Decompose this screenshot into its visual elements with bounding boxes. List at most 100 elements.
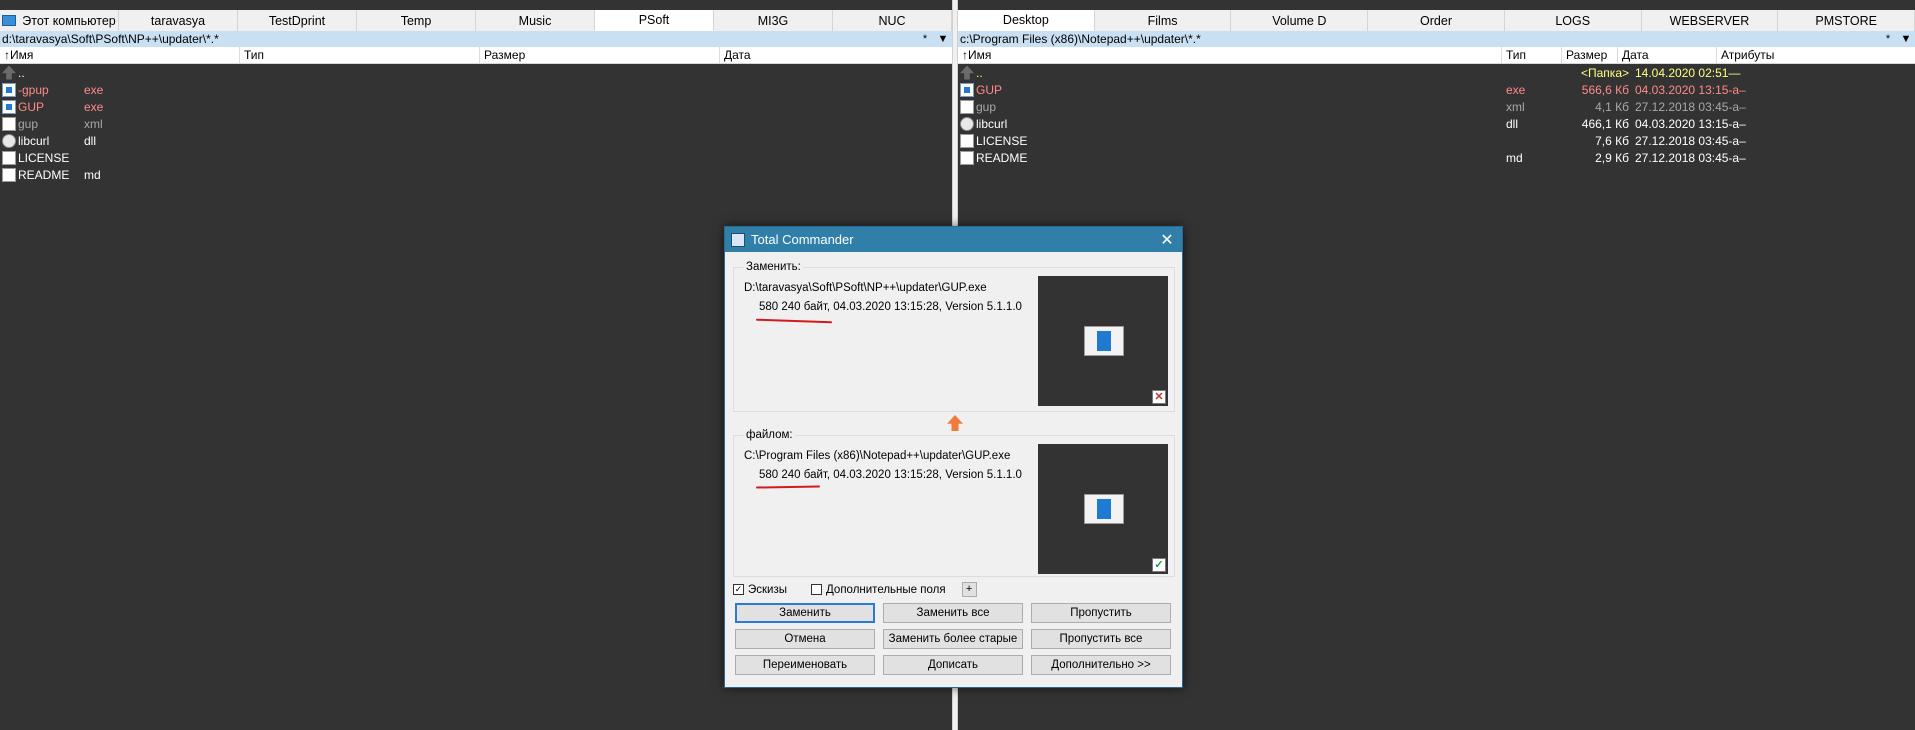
right-path-bar[interactable]: c:\Program Files (x86)\Notepad++\updater… bbox=[958, 31, 1915, 47]
dialog-title: Total Commander bbox=[751, 232, 854, 247]
file-icon bbox=[2, 150, 16, 165]
file-row[interactable]: GUP exe bbox=[0, 98, 952, 115]
right-history-button[interactable]: * bbox=[1879, 33, 1897, 45]
thumbnails-label: Эскизы bbox=[748, 583, 788, 596]
tab-testdprint[interactable]: TestDprint bbox=[238, 10, 357, 31]
col-type[interactable]: Тип bbox=[1502, 47, 1562, 63]
tab-temp[interactable]: Temp bbox=[357, 10, 476, 31]
xml-icon bbox=[960, 99, 974, 114]
replace-info: 580 240 байт, 04.03.2020 13:15:28, Versi… bbox=[759, 301, 1022, 313]
with-thumbnail: ✓ bbox=[1038, 444, 1168, 574]
plus-button[interactable]: + bbox=[961, 582, 977, 597]
up-icon bbox=[960, 65, 974, 80]
file-row[interactable]: libcurl dll bbox=[0, 132, 952, 149]
xml-icon bbox=[2, 116, 16, 131]
right-column-header: ↑Имя Тип Размер Дата Атрибуты bbox=[958, 47, 1915, 64]
with-path: C:\Program Files (x86)\Notepad++\updater… bbox=[744, 450, 1011, 462]
right-path: c:\Program Files (x86)\Notepad++\updater… bbox=[960, 32, 1201, 46]
tab-music[interactable]: Music bbox=[476, 10, 595, 31]
dll-icon bbox=[960, 116, 974, 131]
tab-desktop[interactable]: Desktop bbox=[958, 10, 1095, 31]
thumbnails-checkbox[interactable]: ✓ bbox=[733, 584, 744, 595]
file-row[interactable]: gup xml 4,1 Кб 27.12.2018 03:45-a– bbox=[958, 98, 1915, 115]
col-type[interactable]: Тип bbox=[240, 47, 480, 63]
tab-nuc[interactable]: NUC bbox=[833, 10, 952, 31]
left-path-dropdown[interactable]: ▼ bbox=[934, 33, 952, 45]
col-date[interactable]: Дата bbox=[1618, 47, 1717, 63]
checkmark-icon: ✓ bbox=[1152, 558, 1166, 572]
file-row[interactable]: gup xml bbox=[0, 115, 952, 132]
right-path-dropdown[interactable]: ▼ bbox=[1897, 33, 1915, 45]
tab-logs[interactable]: LOGS bbox=[1504, 10, 1642, 31]
app-window-icon bbox=[1084, 326, 1124, 356]
cancel-button[interactable]: Отмена bbox=[735, 629, 875, 649]
tab-order[interactable]: Order bbox=[1368, 10, 1505, 31]
arrow-up-icon bbox=[947, 415, 963, 431]
annotation-underline bbox=[755, 318, 833, 324]
file-row[interactable]: LICENSE bbox=[0, 149, 952, 166]
right-file-list: .. <Папка> 14.04.2020 02:51— GUP exe 566,6 К… bbox=[958, 64, 1915, 166]
file-row[interactable]: libcurl dll 466,1 Кб 04.03.2020 13:15-a– bbox=[958, 115, 1915, 132]
left-path: d:\taravasya\Soft\PSoft\NP++\updater\*.* bbox=[2, 32, 219, 46]
col-size[interactable]: Размер bbox=[480, 47, 720, 63]
left-column-header: ↑Имя Тип Размер Дата bbox=[0, 47, 952, 64]
right-tabs: Desktop Films Volume D Order LOGS WEBSER… bbox=[958, 10, 1915, 32]
skip-button[interactable]: Пропустить bbox=[1031, 603, 1171, 623]
replace-all-button[interactable]: Заменить все bbox=[883, 603, 1023, 623]
append-button[interactable]: Дописать bbox=[883, 655, 1023, 675]
with-group: файлом: C:\Program Files (x86)\Notepad++… bbox=[733, 429, 1175, 577]
tab-films[interactable]: Films bbox=[1094, 10, 1232, 31]
file-icon bbox=[960, 133, 974, 148]
total-commander-icon bbox=[731, 232, 745, 247]
with-label: файлом: bbox=[744, 429, 795, 441]
file-row[interactable]: README md 2,9 Кб 27.12.2018 03:45-a– bbox=[958, 149, 1915, 166]
file-row[interactable]: .. <Папка> 14.04.2020 02:51— bbox=[958, 64, 1915, 81]
close-icon[interactable]: ✕ bbox=[1152, 230, 1182, 250]
tab-webserver[interactable]: WEBSERVER bbox=[1641, 10, 1779, 31]
exe-icon bbox=[2, 99, 16, 114]
dll-icon bbox=[2, 133, 16, 148]
col-name[interactable]: ↑Имя bbox=[0, 47, 240, 63]
tab-pmstore[interactable]: PMSTORE bbox=[1778, 10, 1915, 31]
file-row[interactable]: -gpup exe bbox=[0, 81, 952, 98]
replace-thumbnail: ✕ bbox=[1038, 276, 1168, 406]
more-button[interactable]: Дополнительно >> bbox=[1031, 655, 1171, 675]
with-info: 580 240 байт, 04.03.2020 13:15:28, Versi… bbox=[759, 469, 1022, 481]
exe-icon bbox=[960, 82, 974, 97]
left-history-button[interactable]: * bbox=[916, 33, 934, 45]
left-file-list: .. -gpup exe GUP exe gup xml libcurl dll LIC… bbox=[0, 64, 952, 183]
options-row: ✓ Эскизы Дополнительные поля + bbox=[733, 582, 977, 597]
tab-mi3g[interactable]: MI3G bbox=[714, 10, 833, 31]
dialog-titlebar[interactable]: Total Commander ✕ bbox=[725, 227, 1182, 252]
exe-icon bbox=[2, 82, 16, 97]
tab-this-computer[interactable]: Этот компьютер bbox=[0, 10, 119, 31]
file-row[interactable]: README md bbox=[0, 166, 952, 183]
tab-psoft[interactable]: PSoft bbox=[595, 10, 714, 31]
file-row[interactable]: .. bbox=[0, 64, 952, 81]
file-row[interactable]: GUP exe 566,6 Кб 04.03.2020 13:15-a– bbox=[958, 81, 1915, 98]
overwrite-dialog: Total Commander ✕ Заменить: D:\taravasya… bbox=[724, 226, 1183, 688]
computer-icon bbox=[2, 15, 17, 26]
extra-fields-label: Дополнительные поля bbox=[826, 583, 946, 596]
col-name[interactable]: ↑Имя bbox=[958, 47, 1502, 63]
skip-all-button[interactable]: Пропустить все bbox=[1031, 629, 1171, 649]
tab-taravasya[interactable]: taravasya bbox=[119, 10, 238, 31]
col-attributes[interactable]: Атрибуты bbox=[1717, 47, 1915, 63]
extra-fields-checkbox[interactable] bbox=[811, 584, 823, 595]
file-icon bbox=[960, 150, 974, 165]
replace-group: Заменить: D:\taravasya\Soft\PSoft\NP++\u… bbox=[733, 261, 1175, 412]
left-path-bar[interactable]: d:\taravasya\Soft\PSoft\NP++\updater\*.*… bbox=[0, 31, 952, 47]
file-row[interactable]: LICENSE 7,6 Кб 27.12.2018 03:45-a– bbox=[958, 132, 1915, 149]
tab-volume-d[interactable]: Volume D bbox=[1231, 10, 1369, 31]
rename-button[interactable]: Переименовать bbox=[735, 655, 875, 675]
replace-older-button[interactable]: Заменить более старые bbox=[883, 629, 1023, 649]
col-size[interactable]: Размер bbox=[1562, 47, 1618, 63]
up-icon bbox=[2, 65, 16, 80]
left-tabs: Этот компьютер taravasya TestDprint Temp… bbox=[0, 10, 952, 32]
file-icon bbox=[2, 167, 16, 182]
annotation-underline bbox=[755, 485, 821, 489]
col-date[interactable]: Дата bbox=[720, 47, 952, 63]
replace-button[interactable]: Заменить bbox=[735, 603, 875, 623]
delete-icon: ✕ bbox=[1152, 390, 1166, 404]
app-window-icon bbox=[1084, 494, 1124, 524]
